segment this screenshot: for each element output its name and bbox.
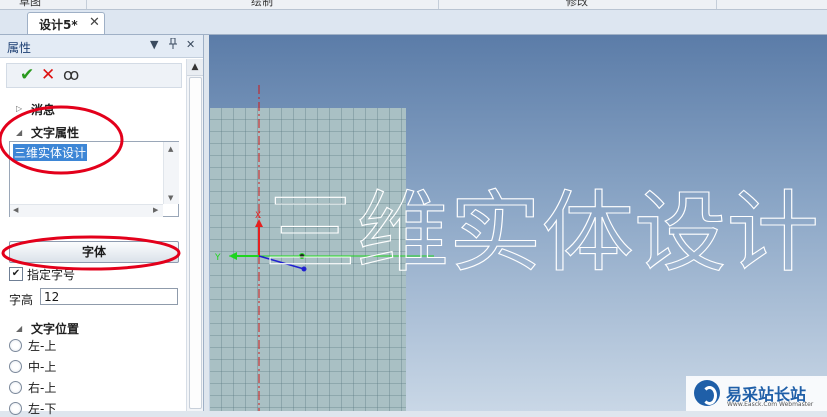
annotation-overlay <box>0 105 181 271</box>
highlight-font-button-ellipse <box>1 235 181 271</box>
highlight-text-props-ellipse <box>0 105 124 175</box>
logo-icon <box>694 380 720 406</box>
watermark-logo: 易采站长站 Www.Easck.Com Webmaster <box>686 376 827 411</box>
watermark-url: Www.Easck.Com Webmaster <box>727 401 814 408</box>
